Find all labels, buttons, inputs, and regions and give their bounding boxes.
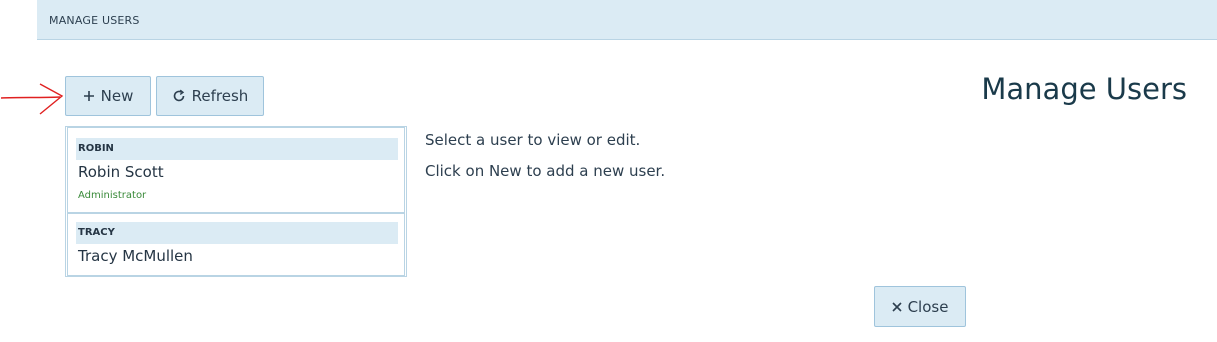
list-item-robin[interactable]: ROBIN Robin Scott Administrator: [67, 127, 405, 213]
close-icon: [891, 301, 902, 312]
new-user-button[interactable]: New: [65, 76, 151, 116]
new-button-label: New: [100, 87, 134, 105]
close-button[interactable]: Close: [874, 286, 966, 327]
refresh-icon: [172, 89, 186, 103]
plus-icon: [83, 90, 95, 102]
header-title: MANAGE USERS: [49, 14, 140, 27]
hint-add-user: Click on New to add a new user.: [425, 162, 666, 180]
user-name: Robin Scott: [78, 163, 164, 181]
user-list: ROBIN Robin Scott Administrator TRACY Tr…: [65, 126, 407, 277]
page-title: Manage Users: [981, 72, 1187, 106]
annotation-arrow-icon: [0, 83, 64, 115]
header-bar: MANAGE USERS: [37, 0, 1217, 40]
list-item-tracy[interactable]: TRACY Tracy McMullen: [67, 213, 405, 276]
hint-select-user: Select a user to view or edit.: [425, 131, 641, 149]
user-name: Tracy McMullen: [78, 247, 193, 265]
user-code: TRACY: [76, 222, 398, 244]
refresh-button[interactable]: Refresh: [156, 76, 264, 116]
refresh-button-label: Refresh: [191, 87, 249, 105]
user-code: ROBIN: [76, 138, 398, 160]
user-role: Administrator: [78, 190, 147, 201]
close-button-label: Close: [907, 297, 949, 316]
